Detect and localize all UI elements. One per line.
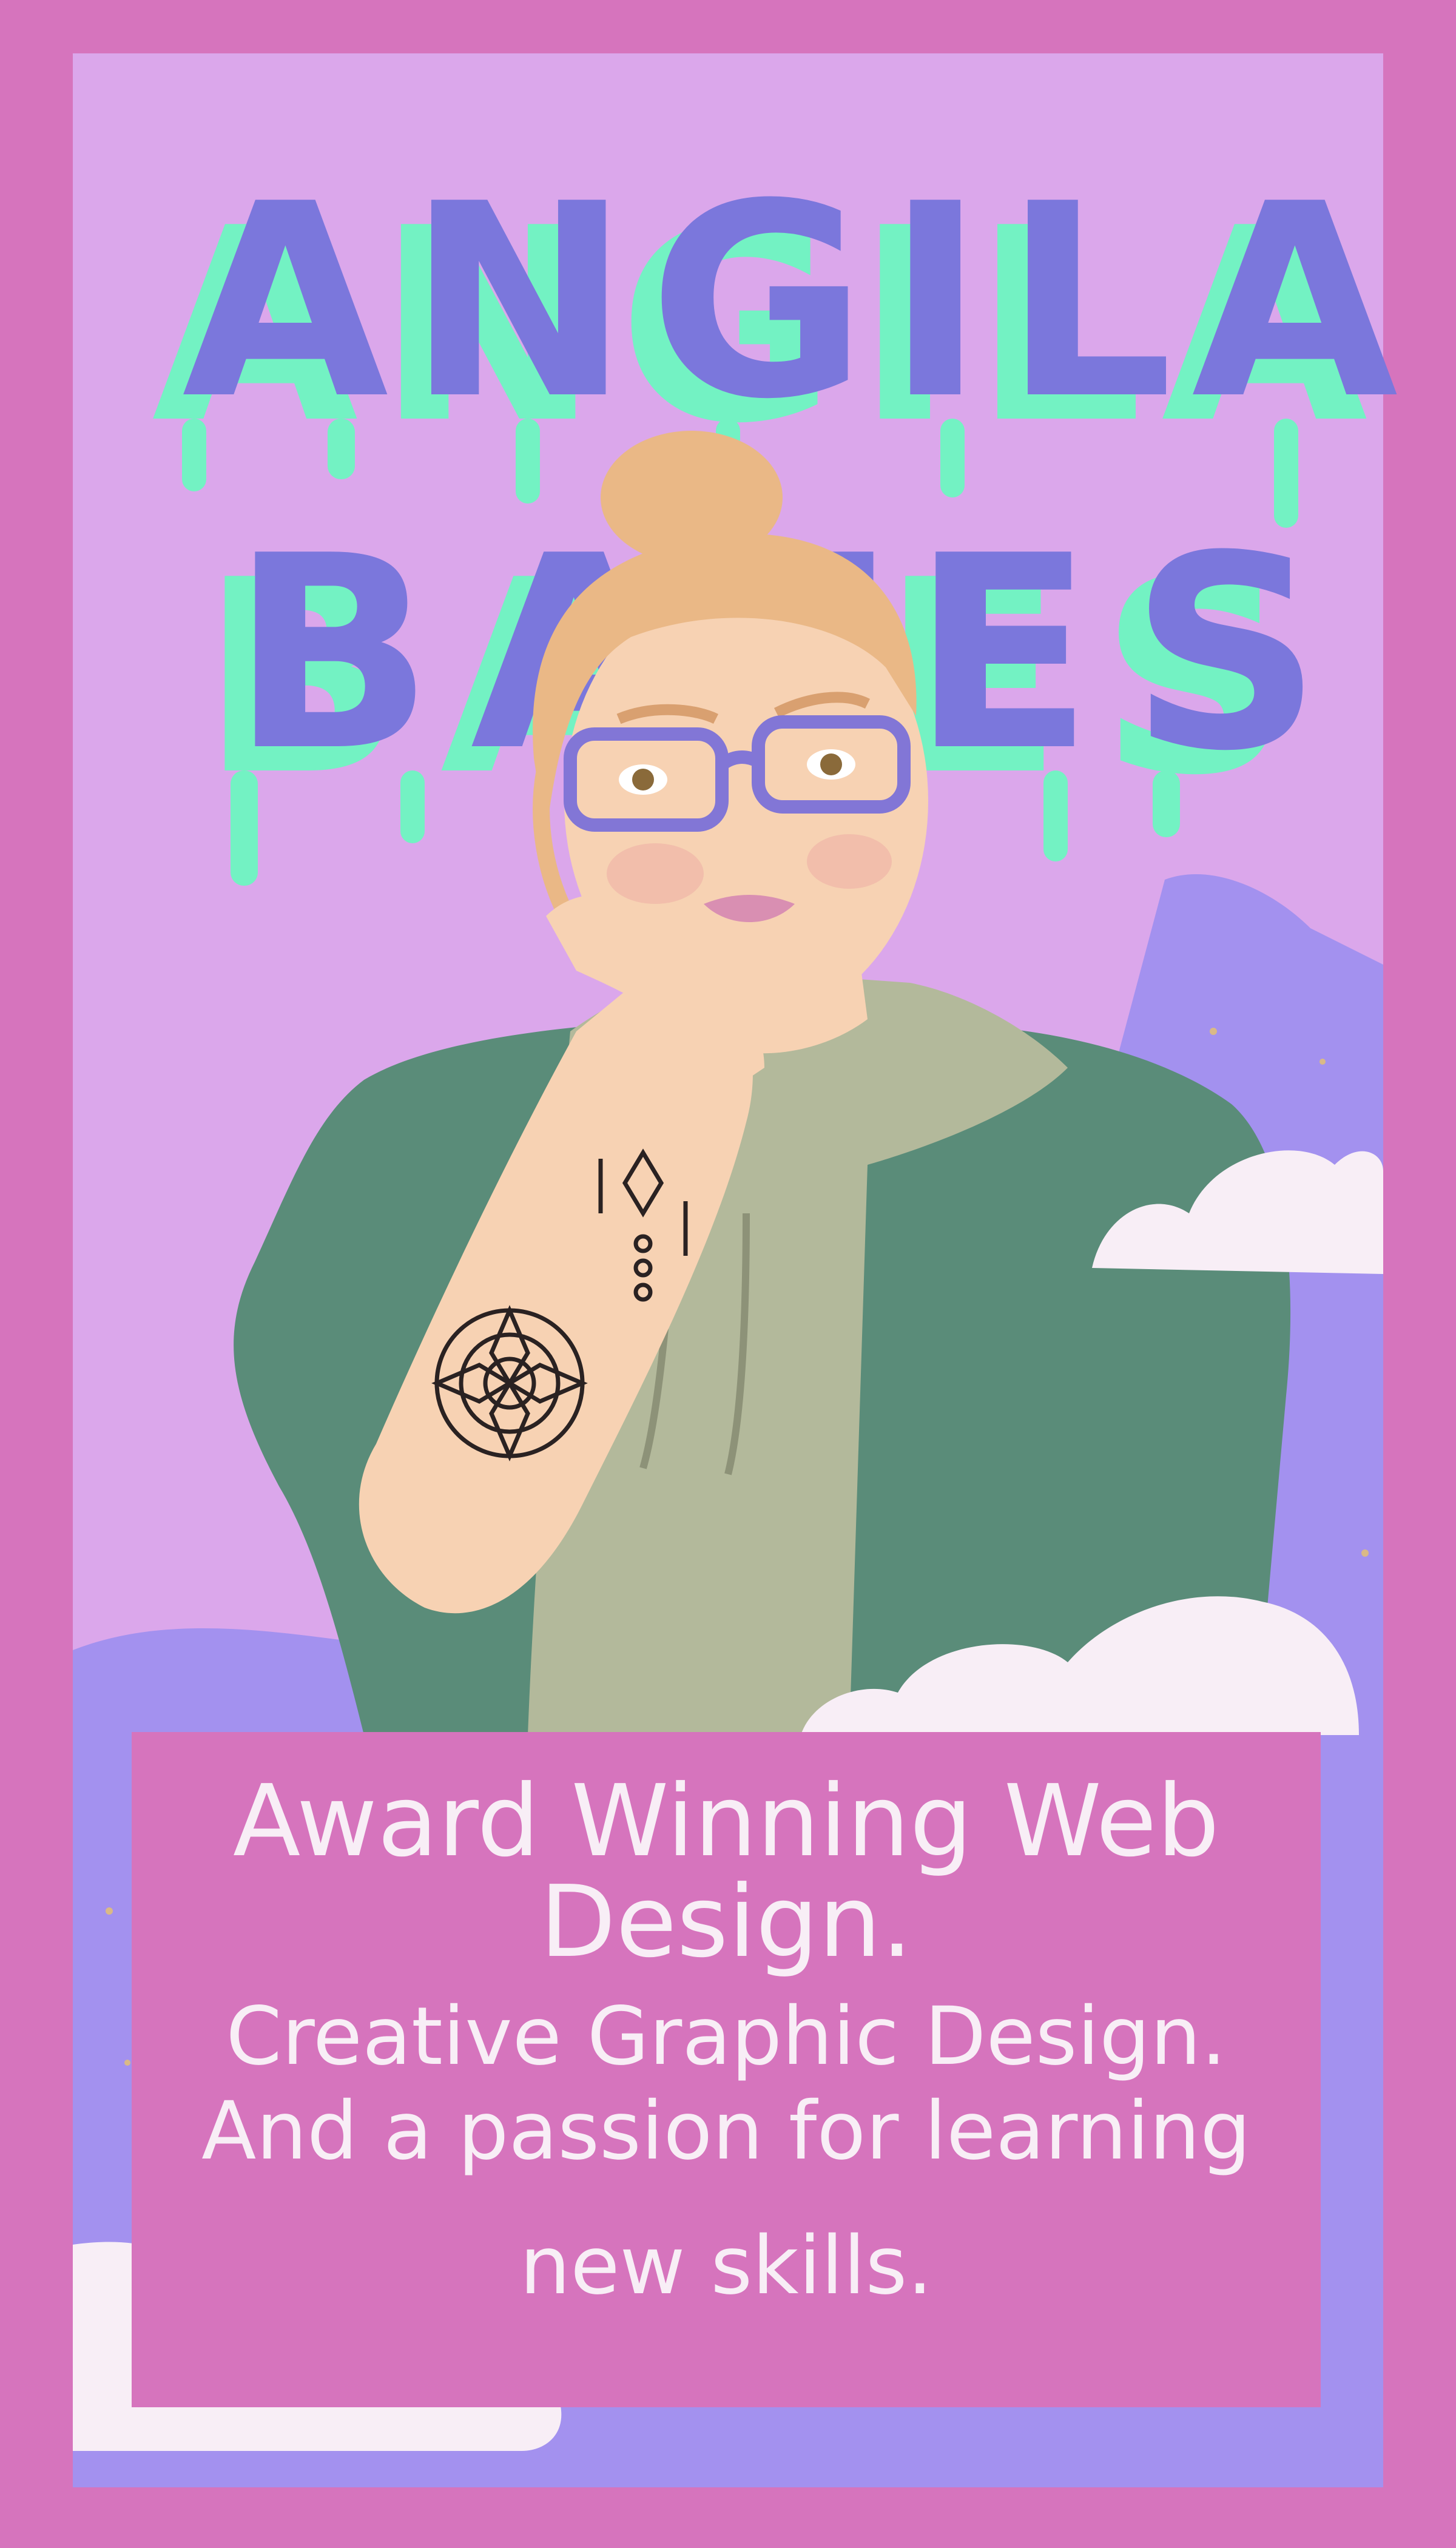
caption-line-3: And a passion for learning	[201, 2085, 1251, 2178]
hair-bun	[601, 431, 783, 564]
caption-line-2: Creative Graphic Design.	[226, 1990, 1227, 2083]
caption-line-1: Award Winning Web Design.	[232, 1764, 1220, 1980]
caption-line-4: new skills.	[519, 2219, 933, 2313]
title-line1: ANGILA	[182, 147, 1417, 457]
